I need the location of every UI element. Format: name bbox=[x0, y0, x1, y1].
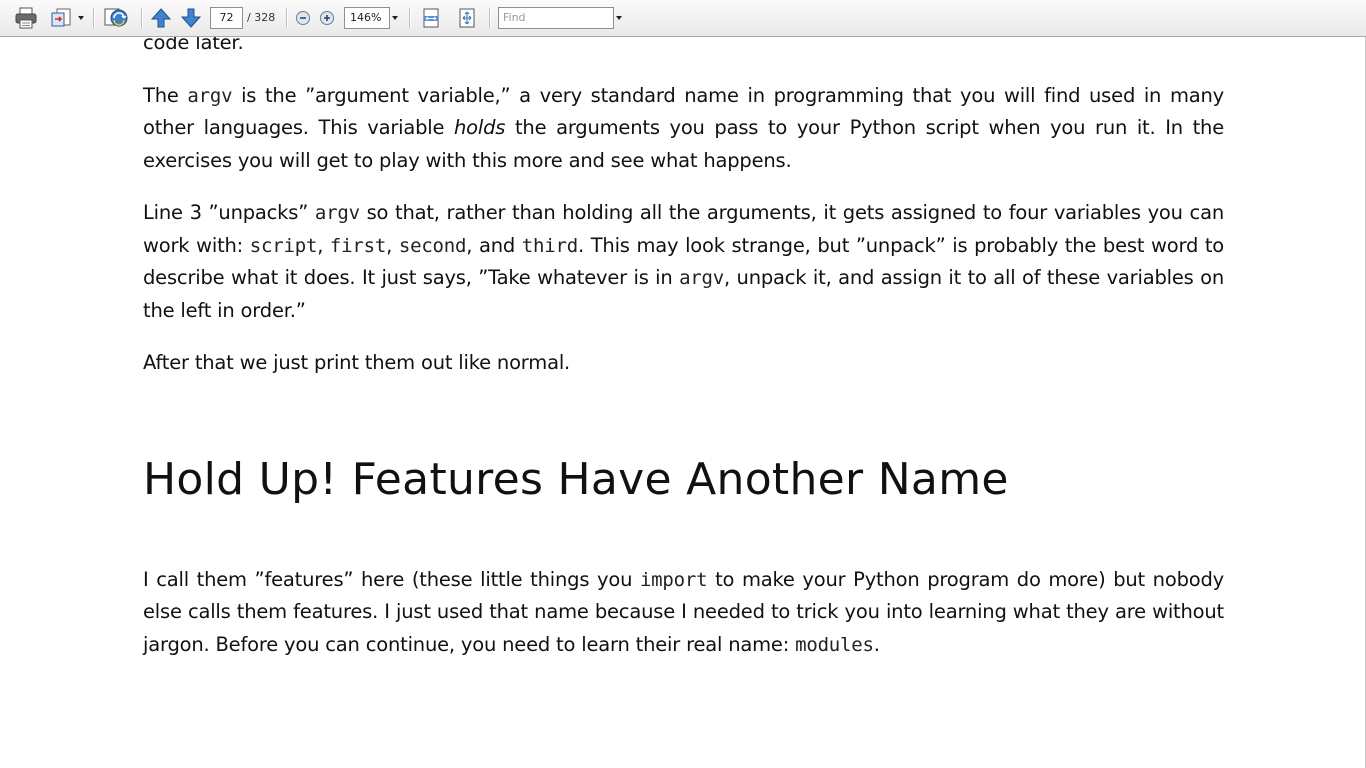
code-argv: argv bbox=[314, 202, 360, 224]
zoom-level-input[interactable]: 146% bbox=[344, 7, 390, 29]
previous-page-button[interactable] bbox=[150, 6, 172, 30]
code-second: second bbox=[398, 234, 467, 257]
find-dropdown-caret[interactable] bbox=[616, 16, 622, 20]
next-page-icon bbox=[180, 8, 202, 28]
toolbar-separator bbox=[409, 8, 411, 28]
page-total-label: / 328 bbox=[247, 11, 276, 24]
text-run: , bbox=[386, 233, 399, 257]
fit-width-icon bbox=[423, 8, 439, 28]
paragraph-unpacks: Line 3 ”unpacks” argv so that, rather th… bbox=[143, 197, 1224, 327]
fit-page-button[interactable] bbox=[456, 6, 478, 30]
code-modules: modules bbox=[795, 633, 874, 656]
zoom-out-icon bbox=[296, 11, 310, 25]
paragraph-text: After that we just print them out like n… bbox=[143, 351, 571, 374]
text-run: Line 3 ”unpacks” bbox=[143, 201, 315, 224]
paragraph-features: I call them ”features” here (these littl… bbox=[143, 564, 1224, 662]
document-viewport[interactable]: code later. The argv is the ”argument va… bbox=[0, 37, 1366, 768]
collaborate-button[interactable] bbox=[102, 6, 130, 30]
paragraph-print-them: After that we just print them out like n… bbox=[143, 347, 1224, 380]
code-argv: argv bbox=[679, 267, 725, 289]
export-button[interactable] bbox=[50, 6, 74, 30]
code-script: script bbox=[249, 234, 318, 257]
emphasis-holds: holds bbox=[454, 116, 506, 139]
next-page-button[interactable] bbox=[180, 6, 202, 30]
toolbar-separator bbox=[286, 8, 288, 28]
zoom-out-button[interactable] bbox=[294, 6, 312, 30]
paragraph-text: code later. bbox=[143, 37, 244, 54]
code-first: first bbox=[329, 234, 387, 257]
text-run: . bbox=[873, 632, 880, 656]
toolbar-separator bbox=[489, 8, 491, 28]
page-number-input[interactable]: 72 bbox=[210, 7, 243, 29]
collaborate-icon bbox=[104, 8, 128, 27]
code-import: import bbox=[639, 568, 708, 591]
code-third: third bbox=[521, 234, 578, 257]
find-input[interactable]: Find bbox=[498, 7, 614, 29]
pdf-toolbar: 72 / 328 146% Find bbox=[0, 0, 1366, 37]
printer-icon bbox=[15, 7, 37, 29]
zoom-in-icon bbox=[320, 11, 334, 25]
text-run: , and bbox=[466, 233, 522, 257]
toolbar-separator bbox=[93, 8, 95, 28]
fit-page-icon bbox=[459, 8, 475, 28]
toolbar-separator bbox=[141, 8, 143, 28]
zoom-in-button[interactable] bbox=[318, 6, 336, 30]
paragraph-code-later: code later. bbox=[143, 37, 1224, 60]
zoom-dropdown-caret[interactable] bbox=[392, 16, 398, 20]
print-button[interactable] bbox=[13, 6, 39, 30]
section-heading: Hold Up! Features Have Another Name bbox=[143, 453, 1009, 505]
previous-page-icon bbox=[150, 8, 172, 28]
code-argv: argv bbox=[187, 84, 233, 107]
text-run: , bbox=[317, 233, 330, 257]
fit-width-button[interactable] bbox=[420, 6, 442, 30]
export-icon bbox=[51, 8, 71, 27]
text-run: The bbox=[143, 83, 188, 107]
text-run: I call them ”features” here (these littl… bbox=[143, 567, 640, 591]
paragraph-argv: The argv is the ”argument variable,” a v… bbox=[143, 80, 1224, 178]
document-page: code later. The argv is the ”argument va… bbox=[143, 37, 1224, 681]
export-dropdown-caret[interactable] bbox=[78, 16, 84, 20]
